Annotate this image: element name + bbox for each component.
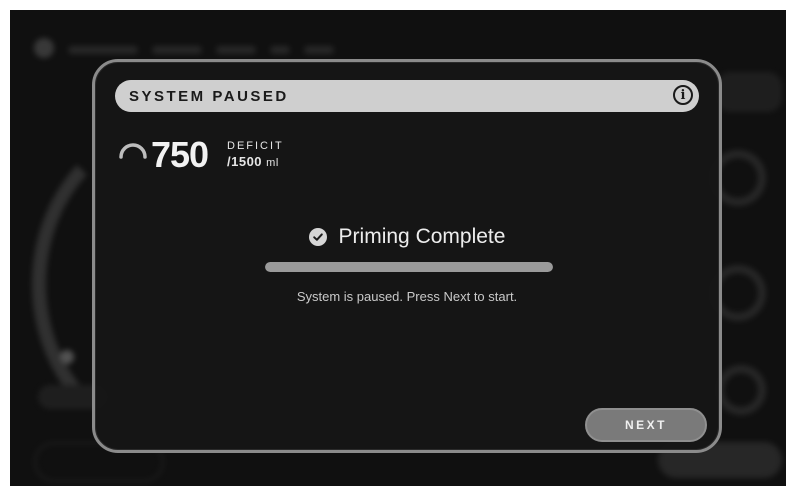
deficit-total: /1500 ml (227, 154, 279, 169)
background-logo (34, 38, 54, 58)
background-gauge-knob (60, 350, 74, 364)
background-right-panel (716, 72, 782, 112)
system-paused-dialog: SYSTEM PAUSED i 750 DEFICIT /1500 ml Pri… (92, 59, 722, 453)
deficit-value: 750 (151, 134, 209, 175)
status-text: Priming Complete (338, 225, 506, 248)
dialog-header: SYSTEM PAUSED i (115, 80, 699, 112)
next-button[interactable]: NEXT (585, 408, 707, 442)
status-message: System is paused. Press Next to start. (296, 289, 518, 304)
background-ring (716, 365, 766, 415)
device-screen: SYSTEM PAUSED i 750 DEFICIT /1500 ml Pri… (10, 10, 786, 486)
deficit-unit: ml (266, 157, 279, 169)
deficit-gauge-icon (119, 143, 147, 159)
deficit-label: DEFICIT (227, 140, 284, 152)
priming-progress-bar (265, 262, 553, 272)
deficit-total-value: /1500 (227, 154, 263, 169)
priming-progress-fill (265, 262, 553, 272)
status-row: Priming Complete (95, 222, 719, 252)
dialog-title: SYSTEM PAUSED (129, 88, 289, 105)
info-icon[interactable]: i (673, 85, 693, 105)
deficit-readout: 750 DEFICIT /1500 ml (117, 134, 337, 175)
background-status-bar (68, 41, 348, 54)
check-circle-icon (308, 228, 327, 246)
